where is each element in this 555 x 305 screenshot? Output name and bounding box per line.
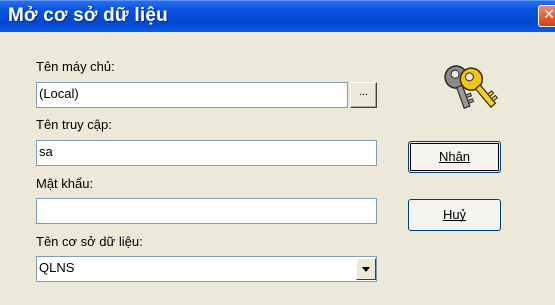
- database-dropdown-arrow[interactable]: [356, 258, 376, 280]
- ok-button[interactable]: Nhận: [408, 141, 501, 173]
- ok-button-label: Nhận: [438, 149, 471, 164]
- browse-server-button[interactable]: ...: [350, 82, 377, 108]
- title-bar: Mở cơ sở dữ liệu ✕: [0, 0, 555, 32]
- login-input-value: sa: [39, 144, 53, 159]
- password-input[interactable]: [36, 198, 377, 224]
- close-button[interactable]: ✕: [538, 5, 555, 27]
- login-label: Tên truy cập:: [36, 117, 112, 132]
- keys-icon: [440, 62, 502, 117]
- cancel-button[interactable]: Huỷ: [408, 199, 501, 231]
- password-label: Mật khẩu:: [36, 176, 94, 191]
- window-title: Mở cơ sở dữ liệu: [8, 5, 168, 26]
- browse-label: ...: [358, 86, 369, 98]
- server-input-value: (Local): [39, 86, 79, 101]
- database-select-value: QLNS: [39, 260, 75, 275]
- login-input[interactable]: sa: [36, 140, 377, 166]
- cancel-button-label: Huỷ: [442, 207, 467, 222]
- database-label: Tên cơ sở dữ liệu:: [36, 234, 143, 249]
- server-label: Tên máy chủ:: [36, 59, 115, 74]
- database-select[interactable]: QLNS: [36, 256, 377, 282]
- server-input[interactable]: (Local): [36, 82, 348, 108]
- close-icon: ✕: [543, 7, 555, 23]
